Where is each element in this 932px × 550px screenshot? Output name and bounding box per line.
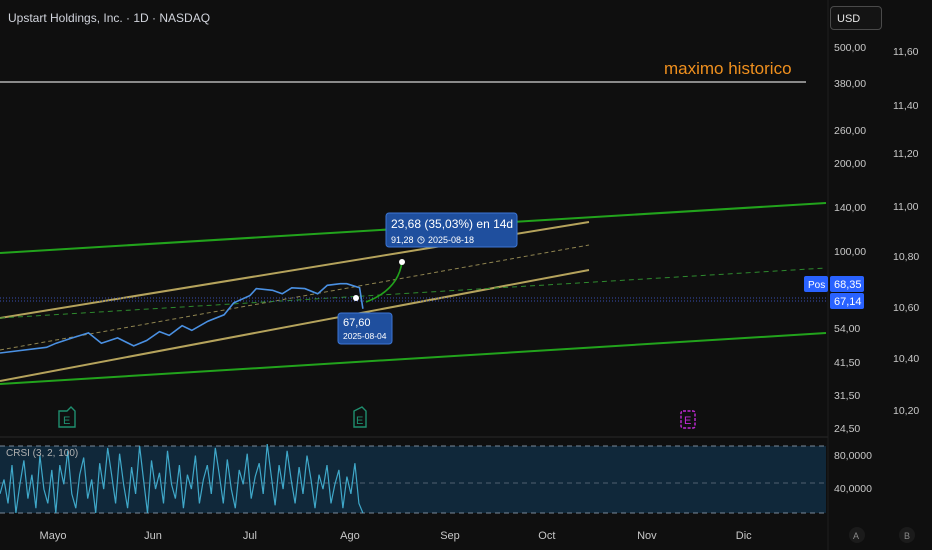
log-tick: 10,20 xyxy=(893,405,919,417)
measure-tooltip-date: 2025-08-18 xyxy=(428,235,474,245)
scale-button-b[interactable]: B xyxy=(899,527,915,543)
point-tooltip-date: 2025-08-04 xyxy=(343,331,387,341)
currency-button[interactable]: USD xyxy=(830,6,882,30)
inner-channel-lower[interactable] xyxy=(0,269,590,382)
crsi-tick-40: 40,0000 xyxy=(834,483,872,495)
crsi-tick-80: 80,0000 xyxy=(834,450,872,462)
price-tick: 41,50 xyxy=(834,357,860,369)
price-tick: 31,50 xyxy=(834,390,860,402)
time-tick: Jun xyxy=(144,530,162,542)
price-tick: 100,00 xyxy=(834,246,866,258)
price-tick: 380,00 xyxy=(834,78,866,90)
price-label-1-text: 68,35 xyxy=(834,279,862,291)
projection-end-dot[interactable] xyxy=(399,259,405,265)
earnings-marker-future[interactable]: E xyxy=(680,410,696,429)
scale-button-b-label: B xyxy=(904,531,910,541)
earnings-letter-3: E xyxy=(684,415,691,427)
price-chart[interactable]: maximo historico 23,68 (35,03%) en 14d 9… xyxy=(0,0,932,550)
point-tooltip[interactable]: 67,60 2025-08-04 xyxy=(337,312,393,345)
price-tick: 260,00 xyxy=(834,125,866,137)
time-tick: Dic xyxy=(736,530,752,542)
symbol-title[interactable]: Upstart Holdings, Inc. · 1D · NASDAQ xyxy=(8,11,210,25)
log-tick: 11,20 xyxy=(893,148,919,160)
price-tick: 500,00 xyxy=(834,42,866,54)
price-tick: 54,00 xyxy=(834,323,860,335)
crsi-band xyxy=(0,446,826,513)
pos-tag[interactable]: Pos xyxy=(804,276,828,292)
time-tick: Oct xyxy=(538,530,555,542)
pos-tag-label: Pos xyxy=(808,280,825,291)
log-axis[interactable]: 11,60 11,40 11,20 11,00 10,80 10,60 10,40 10,20 xyxy=(893,46,919,417)
point-tooltip-value: 67,60 xyxy=(343,317,371,329)
time-tick: Jul xyxy=(243,530,257,542)
all-time-high-label: maximo historico xyxy=(664,59,792,78)
scale-button-a-label: A xyxy=(853,531,859,541)
channel-dashed-midline[interactable] xyxy=(0,267,827,319)
price-series-line[interactable] xyxy=(0,282,364,354)
price-label-2[interactable]: 67,14 xyxy=(830,293,864,309)
earnings-marker-1[interactable]: E xyxy=(58,406,76,428)
earnings-letter-1: E xyxy=(63,415,70,427)
measure-tooltip-value: 91,28 xyxy=(391,235,414,245)
log-tick: 11,60 xyxy=(893,46,919,58)
price-label-2-text: 67,14 xyxy=(834,296,862,308)
price-tick: 140,00 xyxy=(834,202,866,214)
price-label-1[interactable]: 68,35 xyxy=(830,276,864,292)
time-tick: Ago xyxy=(340,530,360,542)
log-tick: 11,40 xyxy=(893,100,919,112)
time-tick: Mayo xyxy=(40,530,67,542)
measure-tooltip[interactable]: 23,68 (35,03%) en 14d 91,28 2025-08-18 xyxy=(385,212,518,248)
earnings-letter-2: E xyxy=(356,415,363,427)
measure-tooltip-main: 23,68 (35,03%) en 14d xyxy=(391,217,513,231)
scale-button-a[interactable]: A xyxy=(849,527,865,543)
projection-start-dot[interactable] xyxy=(353,295,359,301)
log-tick: 11,00 xyxy=(893,201,919,213)
time-tick: Sep xyxy=(440,530,460,542)
log-tick: 10,60 xyxy=(893,302,919,314)
price-axis[interactable]: 500,00 380,00 260,00 200,00 140,00 100,00 54,0… xyxy=(834,42,866,435)
price-tick: 200,00 xyxy=(834,158,866,170)
log-tick: 10,80 xyxy=(893,251,919,263)
earnings-marker-2[interactable]: E xyxy=(353,406,367,428)
indicator-label: CRSI (3, 2, 100) xyxy=(6,448,78,459)
time-tick: Nov xyxy=(637,530,657,542)
price-tick: 24,50 xyxy=(834,423,860,435)
time-axis[interactable]: Mayo Jun Jul Ago Sep Oct Nov Dic xyxy=(40,530,753,542)
log-tick: 10,40 xyxy=(893,353,919,365)
